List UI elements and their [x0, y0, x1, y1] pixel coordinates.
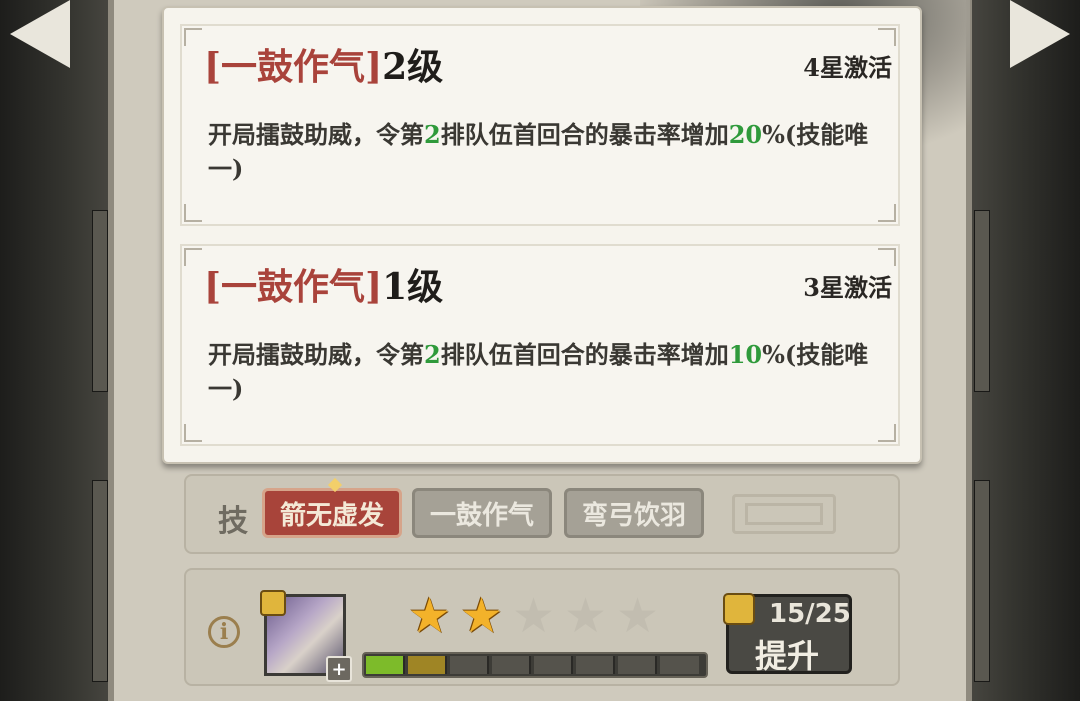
prev-arrow-icon[interactable]	[10, 0, 70, 68]
shard-count: 15/25	[769, 599, 851, 629]
progress-segment	[618, 656, 657, 674]
corner-ornament	[184, 204, 202, 222]
side-strip	[92, 480, 108, 682]
skill-tab-1[interactable]: 箭无虚发	[262, 488, 402, 538]
skill-tab-3[interactable]: 弯弓饮羽	[564, 488, 704, 538]
background-left	[0, 0, 110, 701]
star-icon: ★	[408, 588, 452, 644]
star-icon: ★	[460, 588, 504, 644]
side-strip	[92, 210, 108, 392]
corner-ornament	[184, 28, 202, 46]
progress-segment	[408, 656, 447, 674]
skill-label: 技	[218, 504, 248, 539]
progress-segment	[450, 656, 489, 674]
info-icon[interactable]: i	[208, 616, 240, 648]
star-empty-icon: ★	[512, 588, 556, 644]
puzzle-piece-icon	[260, 590, 286, 616]
progress-segment	[534, 656, 573, 674]
corner-ornament	[184, 248, 202, 266]
skill-title: [一鼓作气]1级	[204, 266, 444, 308]
next-arrow-icon[interactable]	[1010, 0, 1070, 68]
skill-level-card: [一鼓作气]2级 4星激活 开局擂鼓助威，令第2排队伍首回合的暴击率增加20%(…	[180, 24, 900, 226]
star-upgrade-bar: i + ★ ★ ★ ★ ★ 15/25 提升	[184, 568, 900, 686]
side-strip	[974, 210, 990, 392]
corner-ornament	[878, 204, 896, 222]
upgrade-label: 提升	[755, 637, 820, 675]
skill-level: 1级	[382, 266, 444, 308]
side-strip	[974, 480, 990, 682]
skill-description: 开局擂鼓助威，令第2排队伍首回合的暴击率增加20%(技能唯一)	[208, 120, 869, 183]
progress-segment	[576, 656, 615, 674]
skill-tab-2[interactable]: 一鼓作气	[412, 488, 552, 538]
skill-tabs-bar: 技 箭无虚发 一鼓作气 弯弓饮羽	[184, 474, 900, 554]
locked-slot-ornament	[732, 494, 836, 534]
star-empty-icon: ★	[564, 588, 608, 644]
background-right	[970, 0, 1080, 701]
progress-segment	[492, 656, 531, 674]
upgrade-button[interactable]: 15/25 提升	[723, 593, 852, 675]
skill-title: [一鼓作气]2级	[204, 46, 444, 88]
corner-ornament	[878, 28, 896, 46]
skill-level: 2级	[382, 46, 444, 88]
plus-icon[interactable]: +	[326, 656, 352, 682]
shard-progress-bar	[362, 652, 708, 678]
puzzle-piece-icon	[723, 593, 755, 625]
star-empty-icon: ★	[616, 588, 660, 644]
progress-segment	[660, 656, 699, 674]
activation-requirement: 3星激活	[803, 273, 892, 302]
skill-level-card: [一鼓作气]1级 3星激活 开局擂鼓助威，令第2排队伍首回合的暴击率增加10%(…	[180, 244, 900, 446]
corner-ornament	[878, 424, 896, 442]
corner-ornament	[878, 248, 896, 266]
activation-requirement: 4星激活	[803, 53, 892, 82]
skill-description: 开局擂鼓助威，令第2排队伍首回合的暴击率增加10%(技能唯一)	[208, 340, 869, 403]
corner-ornament	[184, 424, 202, 442]
progress-segment	[366, 656, 405, 674]
